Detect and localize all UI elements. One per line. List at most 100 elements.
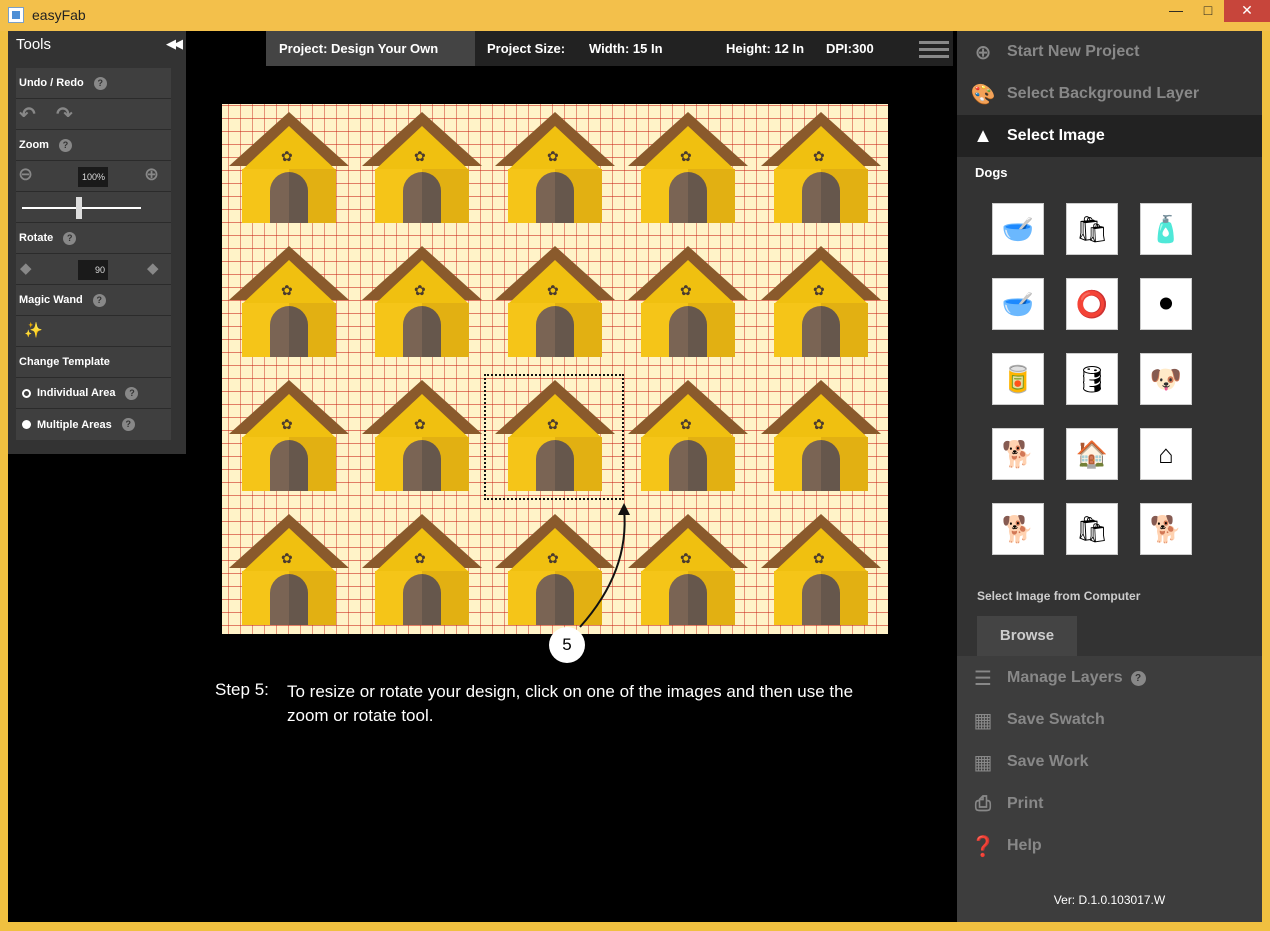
help-icon[interactable]: ? <box>125 386 139 400</box>
redo-icon[interactable]: ↷ <box>56 102 73 127</box>
black-can-icon[interactable]: 🛢 <box>1066 353 1118 405</box>
magic-wand-icon[interactable]: ✨ <box>24 321 43 339</box>
design-canvas[interactable]: ✿ ✿ ✿ ✿ ✿ ✿ ✿ ✿ ✿ ✿ ✿ ✿ ✿ ✿ ✿ ✿ ✿ ✿ ✿ ✿ <box>222 104 888 634</box>
browse-button[interactable]: Browse <box>977 616 1077 656</box>
dog-house-tile[interactable]: ✿ <box>625 112 751 225</box>
paw-icon: ✿ <box>547 282 559 298</box>
pink-food-bag-icon[interactable]: 🛍 <box>1066 503 1118 555</box>
help-icon[interactable]: ? <box>58 138 72 152</box>
radio-icon[interactable] <box>22 388 31 398</box>
rotate-left-icon[interactable]: ◆ <box>20 259 32 277</box>
dog-house-tile[interactable]: ✿ <box>625 246 751 359</box>
paw-icon: ✿ <box>813 416 825 432</box>
save-work-button[interactable]: ▦ Save Work <box>957 741 1262 783</box>
maximize-icon[interactable]: □ <box>1192 0 1224 22</box>
dog-house-tile[interactable]: ✿ <box>226 112 352 225</box>
print-button[interactable]: ⎙ Print <box>957 783 1262 825</box>
dog-house-tile[interactable]: ✿ <box>226 514 352 627</box>
select-background-label: Select Background Layer <box>1007 85 1200 102</box>
help-icon[interactable]: ? <box>92 293 106 307</box>
paw-icon: ✿ <box>813 550 825 566</box>
tools-panel: Tools ◀◀ Undo / Redo ? ↶ ↷ Zoom ? ⊖ 100%… <box>8 31 186 454</box>
house-door <box>403 172 441 223</box>
help-icon[interactable]: ? <box>121 418 135 431</box>
selection-box[interactable] <box>484 374 624 500</box>
app-icon <box>8 7 24 23</box>
question-icon: ❓ <box>970 835 996 858</box>
water-bowl-icon[interactable]: 🥣 <box>992 203 1044 255</box>
dog-house-icon[interactable]: 🏠 <box>1066 428 1118 480</box>
zoom-slider[interactable] <box>16 192 171 223</box>
dog-house-tile[interactable]: ✿ <box>359 246 485 359</box>
category-title: Dogs <box>975 165 1008 180</box>
dog-house-tile[interactable]: ✿ <box>359 514 485 627</box>
rotate-label: Rotate <box>19 232 54 244</box>
red-collar-icon[interactable]: ⭕ <box>1066 278 1118 330</box>
dog-house-tile[interactable]: ✿ <box>226 380 352 493</box>
save-swatch-button[interactable]: ▦ Save Swatch <box>957 699 1262 741</box>
help-icon[interactable]: ? <box>63 231 77 245</box>
pink-bowl-icon[interactable]: 🥣 <box>992 278 1044 330</box>
plus-icon: ⊕ <box>974 41 992 64</box>
dog-house-tile[interactable]: ✿ <box>359 380 485 493</box>
dog-house-tile[interactable]: ✿ <box>625 380 751 493</box>
paw-icon: ✿ <box>414 282 426 298</box>
select-image-button[interactable]: ▲ Select Image <box>957 115 1262 157</box>
dog-silhouette-icon[interactable]: 🐕 <box>992 503 1044 555</box>
project-name: Project: Design Your Own <box>279 41 439 56</box>
tools-header: Tools ◀◀ <box>8 31 186 59</box>
dog-house-tile[interactable]: ✿ <box>758 514 884 627</box>
paw-icon: ✿ <box>414 148 426 164</box>
dog-house-tile[interactable]: ✿ <box>492 246 618 359</box>
dog-outline-icon[interactable]: 🐕 <box>992 428 1044 480</box>
house-door <box>403 440 441 491</box>
paw-icon: ✿ <box>813 282 825 298</box>
slider-thumb[interactable] <box>75 197 82 219</box>
zoom-row: Zoom ? <box>16 130 171 161</box>
manage-layers-button[interactable]: ☰ Manage Layers ? <box>957 657 1262 699</box>
undo-icon[interactable]: ↶ <box>19 102 36 127</box>
food-bag-icon[interactable]: 🛍 <box>1066 203 1118 255</box>
minimize-icon[interactable]: — <box>1160 0 1192 22</box>
help-button[interactable]: ❓ Help <box>957 825 1262 867</box>
house-door <box>403 306 441 357</box>
rotate-right-icon[interactable]: ◆ <box>147 259 159 277</box>
help-icon[interactable]: ? <box>1130 670 1146 686</box>
dog-house-tile[interactable]: ✿ <box>758 380 884 493</box>
multiple-areas-option[interactable]: Multiple Areas ? <box>16 409 171 440</box>
zoom-value-field[interactable]: 100% <box>78 167 108 187</box>
rotate-value-field[interactable]: 90 <box>78 260 108 280</box>
medicine-bottle-icon[interactable]: 🧴 <box>1140 203 1192 255</box>
black-collar-icon[interactable]: ⚫ <box>1140 278 1192 330</box>
menu-icon[interactable] <box>919 41 949 62</box>
paw-icon: ✿ <box>813 148 825 164</box>
individual-area-option[interactable]: Individual Area ? <box>16 378 171 409</box>
dog-house-tile[interactable]: ✿ <box>226 246 352 359</box>
dog-house-tile[interactable]: ✿ <box>758 246 884 359</box>
undo-redo-buttons: ↶ ↷ <box>16 99 171 130</box>
help-icon[interactable]: ? <box>93 76 107 90</box>
dog-house-tile[interactable]: ✿ <box>359 112 485 225</box>
paw-icon: ✿ <box>547 148 559 164</box>
dog-face-icon[interactable]: 🐶 <box>1140 353 1192 405</box>
layers-icon: ☰ <box>974 667 992 690</box>
start-new-project-button[interactable]: ⊕ Start New Project <box>957 31 1262 73</box>
radio-icon[interactable] <box>22 420 31 429</box>
dog-profile-icon[interactable]: 🐕 <box>1140 503 1192 555</box>
select-background-button[interactable]: 🎨 Select Background Layer <box>957 73 1262 115</box>
save-swatch-label: Save Swatch <box>1007 711 1105 728</box>
dog-house-tile[interactable]: ✿ <box>758 112 884 225</box>
black-house-icon[interactable]: ⌂ <box>1140 428 1192 480</box>
dog-house-tile[interactable]: ✿ <box>492 112 618 225</box>
step-instructions: To resize or rotate your design, click o… <box>287 682 854 725</box>
close-icon[interactable]: ✕ <box>1224 0 1270 22</box>
tools-box: Undo / Redo ? ↶ ↷ Zoom ? ⊖ 100% ⊕ Rotate <box>16 68 171 440</box>
collapse-icon[interactable]: ◀◀ <box>166 36 183 52</box>
paw-icon: ✿ <box>414 550 426 566</box>
project-height: Height: 12 In <box>726 41 805 56</box>
zoom-in-icon[interactable]: ⊕ <box>144 164 159 185</box>
zoom-out-icon[interactable]: ⊖ <box>18 164 33 185</box>
food-can-icon[interactable]: 🥫 <box>992 353 1044 405</box>
paw-icon: ✿ <box>680 282 692 298</box>
right-panel: ⊕ Start New Project 🎨 Select Background … <box>957 31 1262 922</box>
